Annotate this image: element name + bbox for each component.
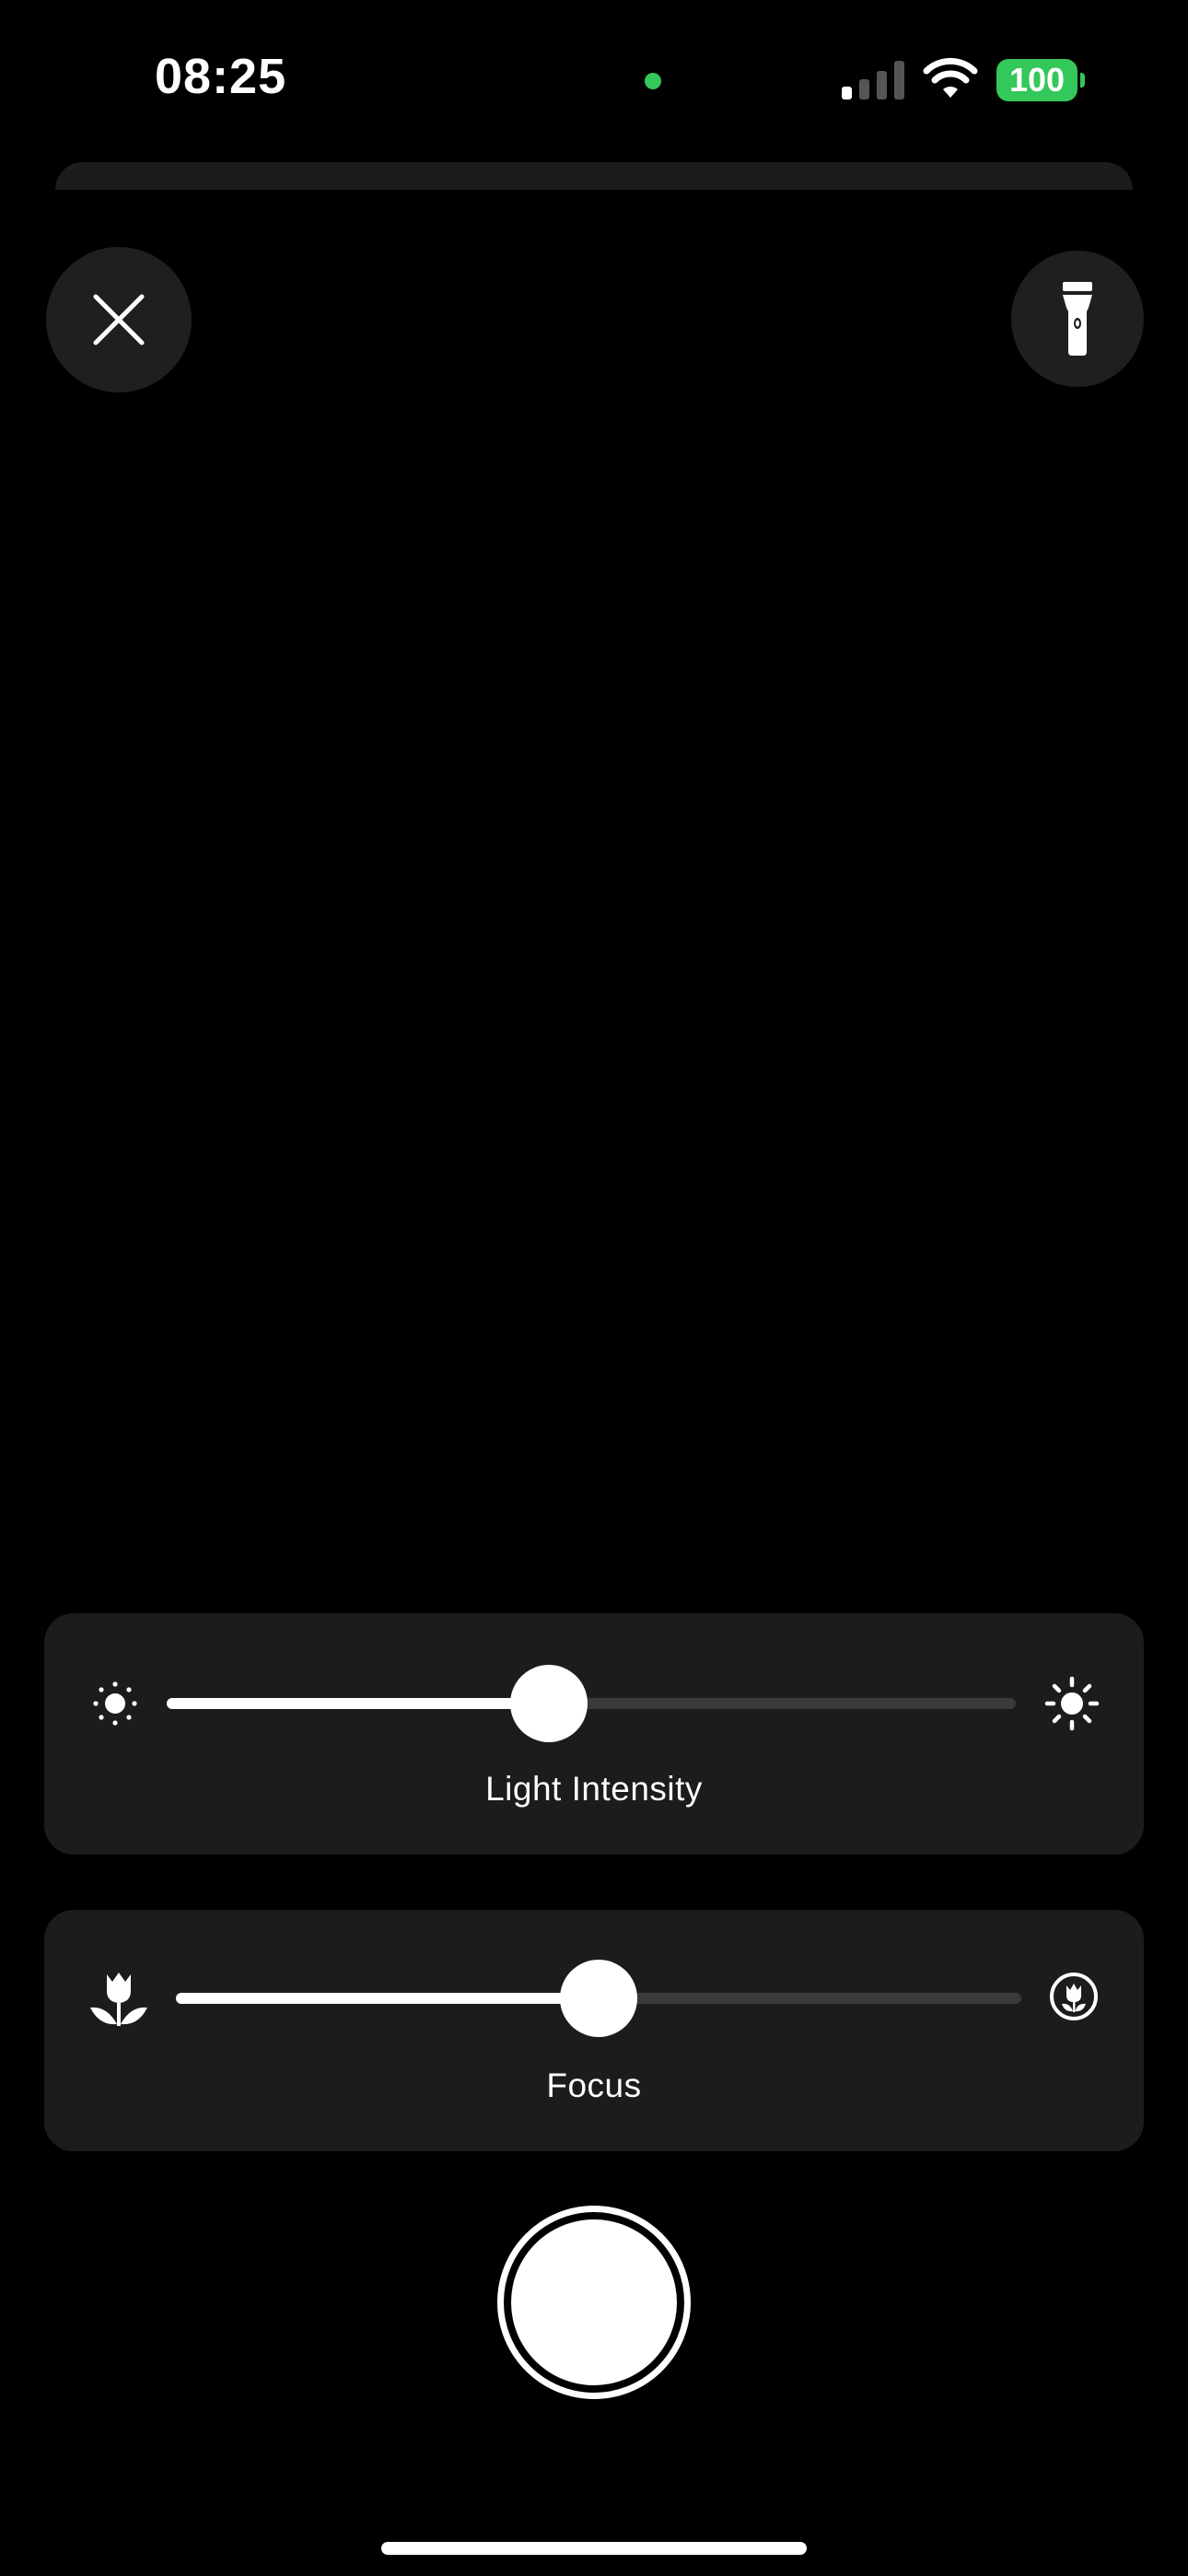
flashlight-button[interactable] [1011, 251, 1144, 387]
flower-icon [90, 1973, 147, 2026]
light-intensity-panel: Light Intensity [44, 1613, 1144, 1855]
sun-max-icon [1044, 1676, 1100, 1731]
focus-thumb[interactable] [560, 1960, 637, 2037]
light-intensity-fill [167, 1698, 549, 1709]
wifi-icon [923, 57, 978, 98]
status-bar: 08:25 100 [0, 0, 1188, 157]
light-intensity-thumb[interactable] [510, 1665, 588, 1742]
shutter-button[interactable] [497, 2206, 691, 2399]
home-indicator[interactable] [381, 2542, 807, 2555]
focus-label: Focus [546, 2067, 642, 2104]
privacy-indicator-dot [645, 73, 661, 89]
macro-flower-icon [1050, 1973, 1098, 2020]
close-icon [93, 294, 145, 345]
flashlight-icon [1063, 282, 1092, 356]
focus-slider[interactable] [176, 1960, 1021, 2037]
close-button[interactable] [46, 247, 192, 392]
sun-min-icon [93, 1681, 137, 1726]
light-intensity-slider[interactable] [167, 1665, 1016, 1742]
battery-indicator: 100 [996, 59, 1077, 101]
cellular-signal-icon [842, 61, 906, 100]
shutter-inner [511, 2219, 677, 2385]
focus-fill [176, 1993, 599, 2004]
status-time: 08:25 [155, 49, 287, 104]
focus-panel: Focus [44, 1910, 1144, 2151]
sheet-top-edge [55, 162, 1133, 190]
battery-terminal [1080, 73, 1085, 88]
light-intensity-label: Light Intensity [485, 1770, 703, 1808]
